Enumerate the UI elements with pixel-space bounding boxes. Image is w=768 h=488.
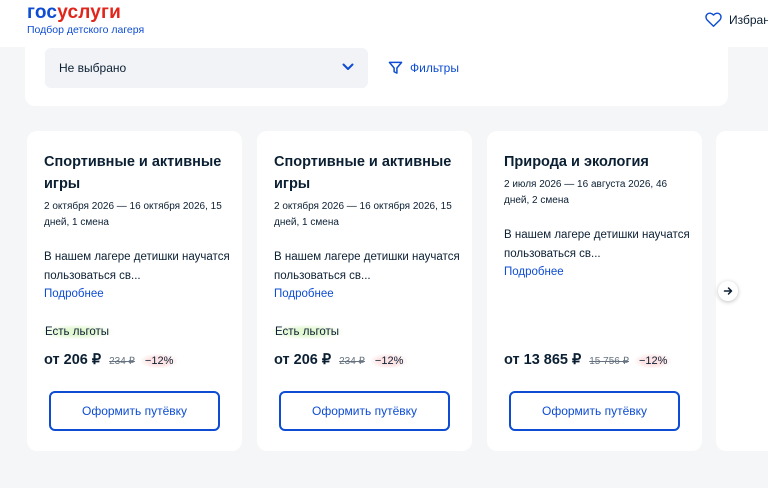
filters-label: Фильтры: [410, 61, 459, 75]
camp-card-dates: 2 октября 2026 — 16 октября 2026, 15 дне…: [44, 201, 222, 228]
camp-card: Спортивные и активные игры 2 октября 202…: [257, 131, 472, 451]
camp-card-description: В нашем лагере детишки научатся пользова…: [274, 251, 460, 282]
price-row: от 206 ₽ 234 ₽ −12%: [274, 352, 408, 368]
camp-type-select[interactable]: Не выбрано: [45, 48, 368, 88]
price-row: от 13 865 ₽ 15 756 ₽ −12%: [504, 352, 672, 368]
service-subtitle: Подбор детского лагеря: [27, 24, 145, 36]
price: от 13 865 ₽: [504, 352, 582, 368]
camp-card-title: Спортивные и активные игры: [274, 154, 452, 192]
camp-card-description: В нашем лагере детишки научатся пользова…: [504, 229, 690, 260]
arrow-right-icon: [723, 287, 733, 295]
price: от 206 ₽: [274, 352, 332, 368]
price: от 206 ₽: [44, 352, 102, 368]
carousel-next-button[interactable]: [718, 281, 738, 301]
camp-card-description: В нашем лагере детишки научатся пользова…: [44, 251, 230, 282]
book-voucher-button[interactable]: Оформить путёвку: [49, 391, 220, 431]
favorites-label: Избран: [729, 12, 768, 27]
camp-card-dates: 2 июля 2026 — 16 августа 2026, 46 дней, …: [504, 179, 668, 206]
more-link[interactable]: Подробнее: [274, 288, 334, 300]
discount-badge: −12%: [634, 354, 672, 368]
old-price: 234 ₽: [109, 356, 135, 367]
camp-card-title: Природа и экология: [504, 154, 649, 170]
camp-card: Природа и экология 2 июля 2026 — 16 авгу…: [487, 131, 702, 451]
old-price: 15 756 ₽: [589, 356, 629, 367]
more-link[interactable]: Подробнее: [504, 266, 564, 278]
heart-icon: [705, 12, 722, 27]
more-link[interactable]: Подробнее: [44, 288, 104, 300]
gosuslugi-logo[interactable]: госуслуги: [27, 2, 121, 24]
filter-icon: [388, 61, 403, 74]
chevron-down-icon: [342, 63, 354, 70]
book-voucher-button[interactable]: Оформить путёвку: [509, 391, 680, 431]
logo-part-gos: гос: [27, 2, 58, 23]
camp-card: Спортивные и активные игры 2 октября 202…: [27, 131, 242, 451]
logo-part-uslugi: услуги: [57, 2, 122, 23]
benefit-badge: Есть льготы: [41, 325, 114, 339]
filter-panel: Не выбрано Фильтры: [25, 45, 728, 106]
site-header: госуслуги Подбор детского лагеря Избран: [0, 0, 768, 47]
filters-button[interactable]: Фильтры: [388, 61, 459, 75]
old-price: 234 ₽: [339, 356, 365, 367]
camp-card-dates: 2 октября 2026 — 16 октября 2026, 15 дне…: [274, 201, 452, 228]
favorites-link[interactable]: Избран: [705, 12, 768, 27]
benefit-badge: Есть льготы: [271, 325, 344, 339]
camp-card-title: Спортивные и активные игры: [44, 154, 222, 192]
discount-badge: −12%: [140, 354, 178, 368]
book-voucher-button[interactable]: Оформить путёвку: [279, 391, 450, 431]
select-value: Не выбрано: [59, 61, 127, 75]
price-row: от 206 ₽ 234 ₽ −12%: [44, 352, 178, 368]
discount-badge: −12%: [370, 354, 408, 368]
